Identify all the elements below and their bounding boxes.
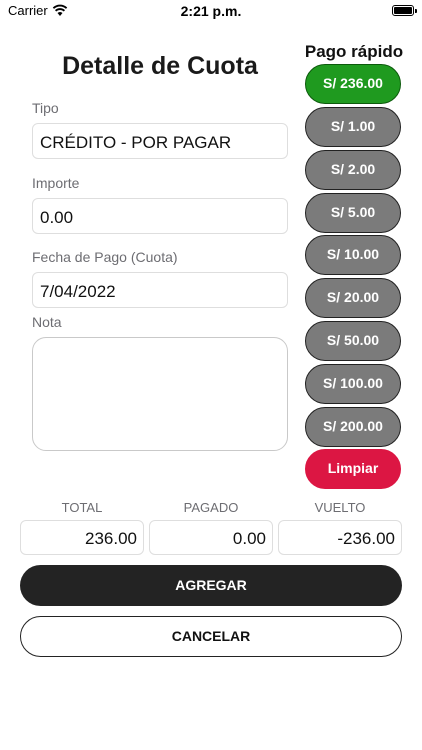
battery-icon: [392, 5, 417, 16]
fecha-label: Fecha de Pago (Cuota): [32, 249, 178, 265]
quick-pay-100-button[interactable]: S/ 100.00: [305, 364, 401, 404]
vuelto-field[interactable]: -236.00: [278, 520, 402, 555]
page-title: Detalle de Cuota: [62, 52, 258, 80]
total-field[interactable]: 236.00: [20, 520, 144, 555]
quick-pay-1-button[interactable]: S/ 1.00: [305, 107, 401, 147]
quick-pay-2-button[interactable]: S/ 2.00: [305, 150, 401, 190]
quick-pay-title: Pago rápido: [304, 42, 404, 61]
vuelto-label: VUELTO: [314, 500, 366, 515]
tipo-label: Tipo: [32, 100, 59, 116]
quick-pay-10-button[interactable]: S/ 10.00: [305, 235, 401, 275]
quick-pay-236-button[interactable]: S/ 236.00: [305, 64, 401, 104]
pagado-field[interactable]: 0.00: [149, 520, 273, 555]
cancel-button[interactable]: CANCELAR: [20, 616, 402, 657]
nota-textarea[interactable]: [32, 337, 288, 451]
clear-button[interactable]: Limpiar: [305, 449, 401, 489]
importe-field[interactable]: 0.00: [32, 198, 288, 234]
nota-label: Nota: [32, 314, 62, 330]
quick-pay-20-button[interactable]: S/ 20.00: [305, 278, 401, 318]
status-bar: Carrier 2:21 p.m.: [0, 0, 422, 24]
quick-pay-50-button[interactable]: S/ 50.00: [305, 321, 401, 361]
add-button[interactable]: AGREGAR: [20, 565, 402, 606]
importe-label: Importe: [32, 175, 80, 191]
fecha-field[interactable]: 7/04/2022: [32, 272, 288, 308]
quick-pay-5-button[interactable]: S/ 5.00: [305, 193, 401, 233]
status-time: 2:21 p.m.: [180, 3, 242, 19]
pagado-label: PAGADO: [183, 500, 239, 515]
total-label: TOTAL: [61, 500, 103, 515]
tipo-field[interactable]: CRÉDITO - POR PAGAR: [32, 123, 288, 159]
quick-pay-200-button[interactable]: S/ 200.00: [305, 407, 401, 447]
